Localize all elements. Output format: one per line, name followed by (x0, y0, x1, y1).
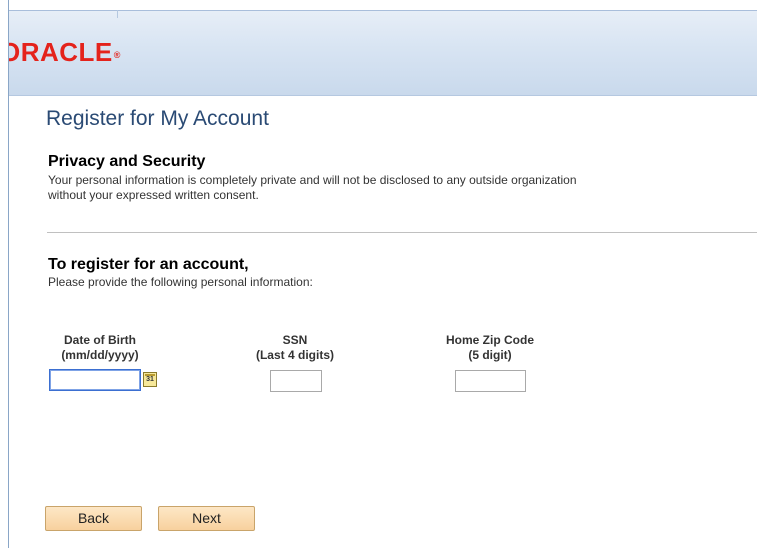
oracle-logo: ORACLE® (9, 37, 159, 67)
zip-label-line2: (5 digit) (468, 348, 512, 362)
header-divider (117, 10, 118, 18)
dob-label-line2: (mm/dd/yyyy) (61, 348, 139, 362)
zip-code-input[interactable] (455, 370, 526, 392)
zip-label-line1: Home Zip Code (445, 333, 534, 347)
ssn-label: SSN (Last 4 digits) (230, 333, 360, 363)
calendar-icon[interactable]: 31 (143, 372, 157, 387)
ssn-label-line1: SSN (282, 333, 308, 347)
dob-label-line1: Date of Birth (64, 333, 136, 347)
next-button[interactable]: Next (158, 506, 255, 531)
dob-label: Date of Birth (mm/dd/yyyy) (40, 333, 160, 363)
back-button[interactable]: Back (45, 506, 142, 531)
ssn-label-line2: (Last 4 digits) (255, 348, 334, 362)
logo-text: ORACLE (9, 37, 113, 67)
privacy-text-line2: without your expressed written consent. (48, 188, 259, 202)
zip-label: Home Zip Code (5 digit) (425, 333, 555, 363)
date-of-birth-input[interactable] (49, 369, 141, 391)
section-divider (47, 232, 757, 233)
page-title: Register for My Account (46, 107, 269, 130)
logo-trademark: ® (113, 50, 121, 60)
register-instruction: Please provide the following personal in… (48, 275, 313, 289)
privacy-heading: Privacy and Security (48, 153, 206, 170)
register-heading: To register for an account, (48, 256, 249, 273)
privacy-text-line1: Your personal information is completely … (48, 173, 577, 187)
ssn-input[interactable] (270, 370, 322, 392)
